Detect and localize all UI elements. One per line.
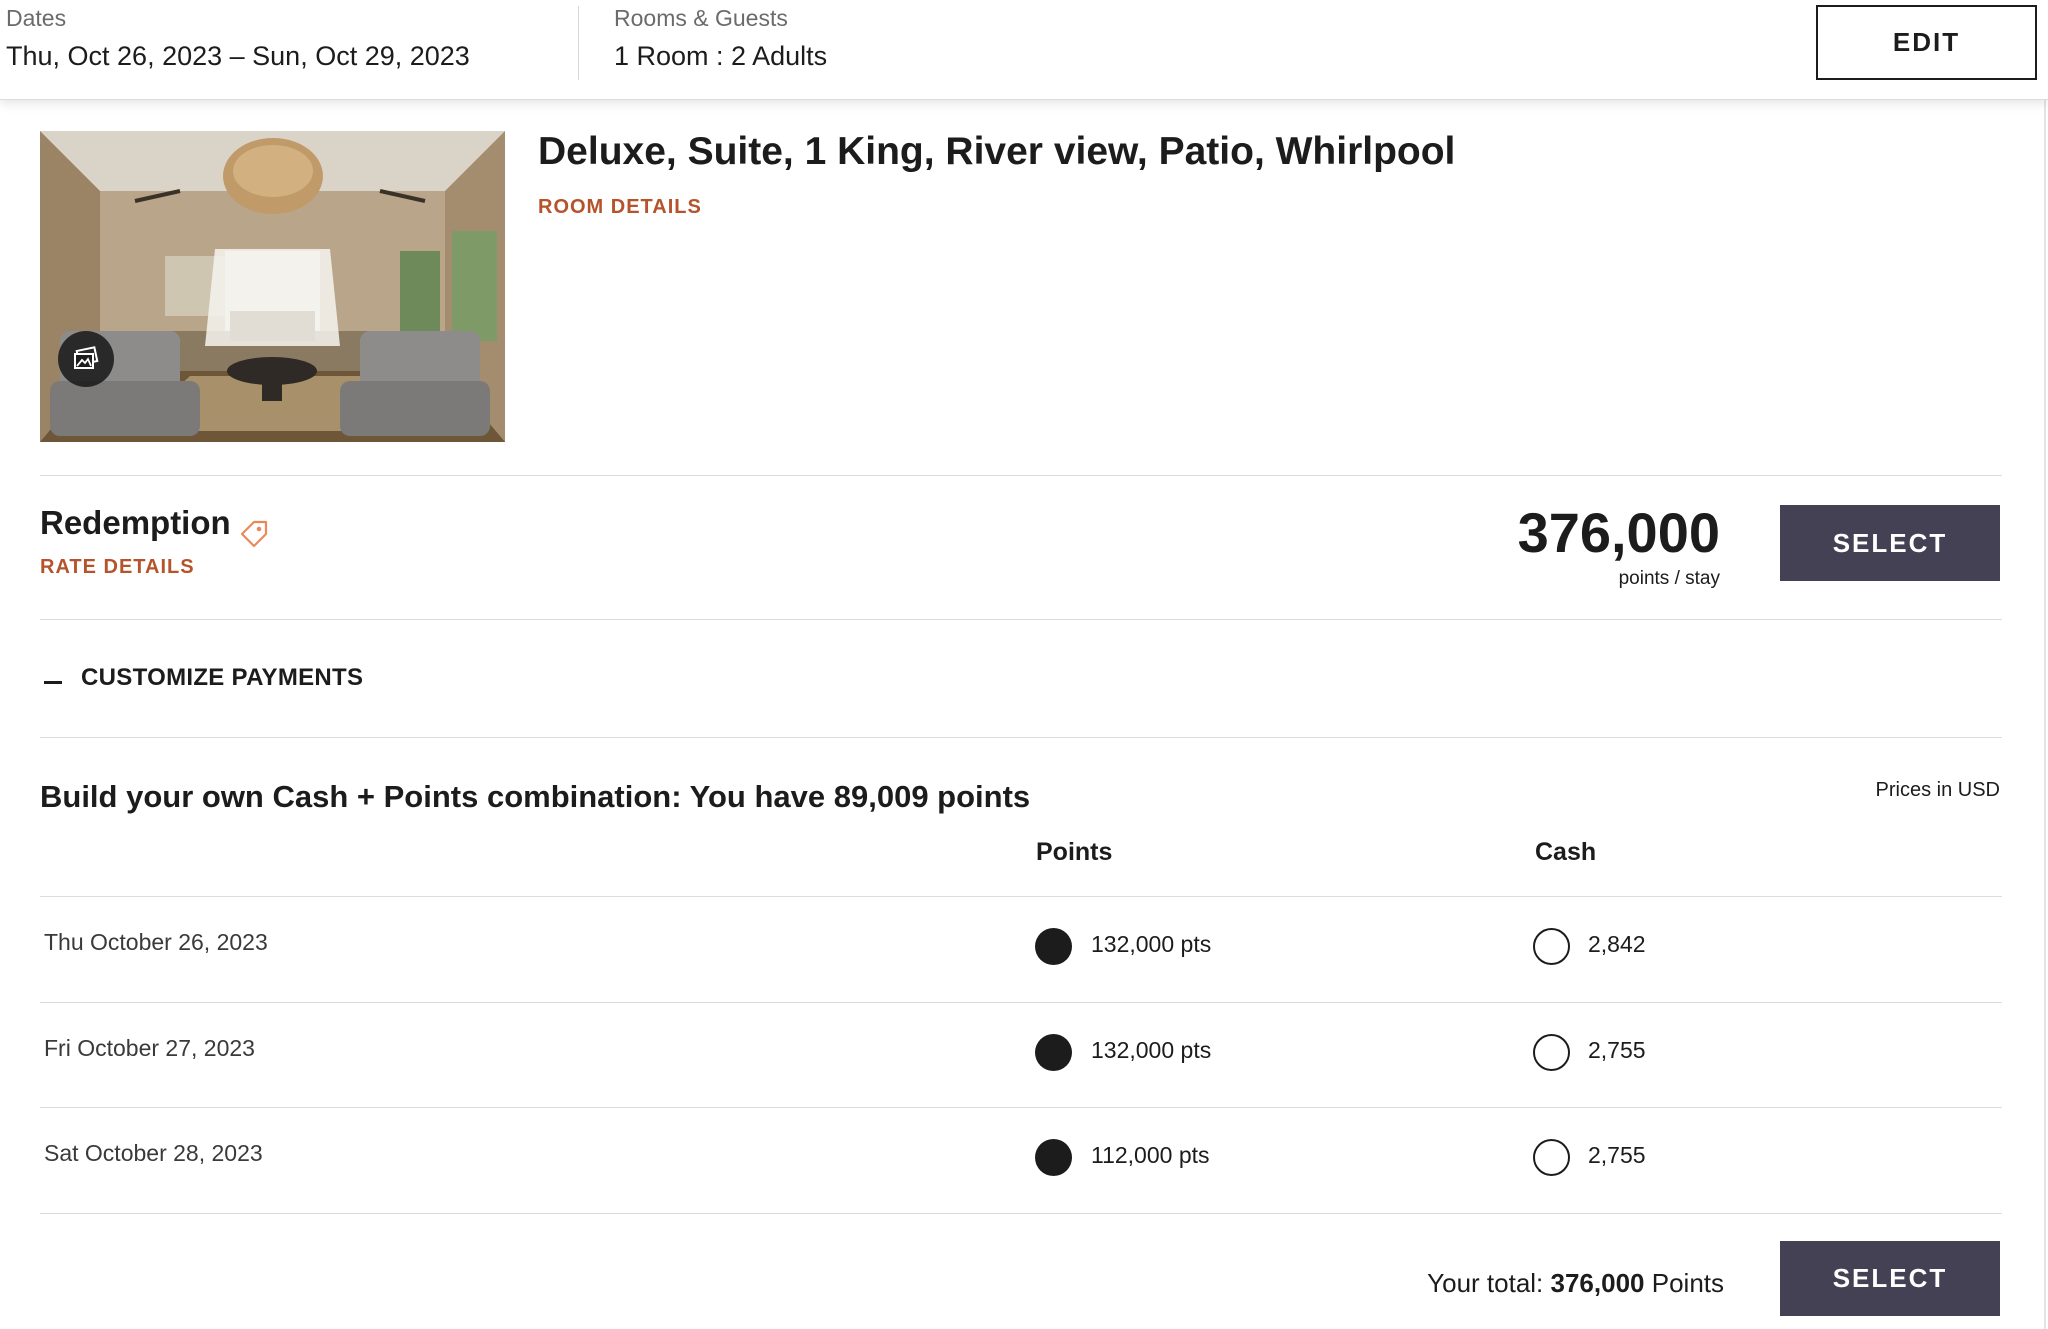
night-row: Fri October 27, 2023 132,000 pts 2,755	[40, 1002, 2002, 1107]
cash-radio[interactable]	[1533, 1034, 1570, 1071]
divider	[40, 619, 2002, 620]
night-row: Thu October 26, 2023 132,000 pts 2,842	[40, 896, 2002, 1001]
cash-amount: 2,755	[1588, 1037, 1646, 1063]
rate-unit: points / stay	[1618, 568, 1720, 589]
column-header-cash: Cash	[1535, 838, 1597, 866]
points-amount: 112,000 pts	[1091, 1142, 1210, 1168]
points-amount: 132,000 pts	[1091, 1037, 1212, 1063]
points-radio[interactable]	[1035, 1139, 1072, 1176]
divider	[40, 737, 2002, 738]
select-rate-button[interactable]: SELECT	[1780, 505, 2000, 581]
gallery-icon-glyph	[74, 346, 99, 369]
cash-radio[interactable]	[1533, 928, 1570, 965]
rooms-guests-label: Rooms & Guests	[614, 5, 788, 31]
tag-icon	[240, 520, 268, 548]
room-title: Deluxe, Suite, 1 King, River view, Patio…	[538, 130, 1456, 173]
night-row: Sat October 28, 2023 112,000 pts 2,755	[40, 1107, 2002, 1212]
room-photo[interactable]	[40, 131, 505, 442]
edit-button[interactable]: EDIT	[1816, 5, 2037, 80]
room-details-link[interactable]: ROOM DETAILS	[538, 196, 702, 219]
gallery-icon[interactable]	[58, 331, 114, 387]
minus-icon[interactable]	[44, 681, 62, 684]
points-radio[interactable]	[1035, 1034, 1072, 1071]
cash-amount: 2,755	[1588, 1142, 1646, 1168]
points-amount: 132,000 pts	[1091, 931, 1212, 957]
page-edge	[2044, 100, 2046, 1329]
header-divider	[578, 6, 579, 80]
prices-currency-note: Prices in USD	[1875, 779, 2000, 801]
cash-radio[interactable]	[1533, 1139, 1570, 1176]
rate-points: 376,000	[1517, 501, 1720, 564]
dates-value[interactable]: Thu, Oct 26, 2023 – Sun, Oct 29, 2023	[6, 41, 470, 72]
room-photo-illustration	[40, 131, 505, 442]
night-date: Sat October 28, 2023	[44, 1140, 263, 1166]
dates-label: Dates	[6, 5, 67, 31]
total-prefix: Your total:	[1427, 1268, 1544, 1298]
column-header-points: Points	[1036, 838, 1113, 866]
cash-amount: 2,842	[1588, 931, 1646, 957]
search-summary-bar: Dates Thu, Oct 26, 2023 – Sun, Oct 29, 2…	[0, 0, 2048, 100]
points-radio[interactable]	[1035, 928, 1072, 965]
builder-heading: Build your own Cash + Points combination…	[40, 779, 1031, 814]
total-suffix: Points	[1651, 1268, 1724, 1298]
rooms-guests-value[interactable]: 1 Room : 2 Adults	[614, 41, 827, 72]
customize-payments-toggle[interactable]: CUSTOMIZE PAYMENTS	[81, 664, 363, 692]
rate-name: Redemption	[40, 504, 231, 541]
rate-details-link[interactable]: RATE DETAILS	[40, 556, 195, 579]
divider	[40, 1213, 2002, 1214]
night-date: Thu October 26, 2023	[44, 929, 268, 955]
night-date: Fri October 27, 2023	[44, 1035, 255, 1061]
total-value: 376,000	[1550, 1268, 1645, 1298]
total-summary: Your total: 376,000 Points	[1427, 1268, 1724, 1299]
select-combination-button[interactable]: SELECT	[1780, 1241, 2000, 1316]
divider	[40, 475, 2002, 476]
